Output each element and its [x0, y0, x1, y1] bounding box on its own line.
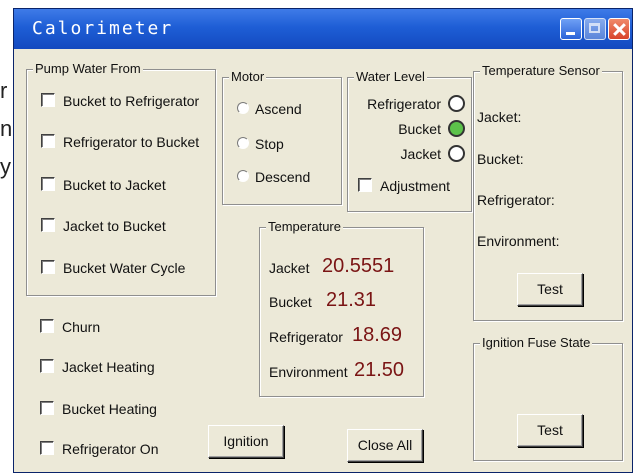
ignition-button[interactable]: Ignition	[208, 425, 284, 458]
checkbox-label: Adjustment	[380, 178, 451, 194]
water-level-label-jacket: Jacket	[400, 146, 441, 162]
ignition-fuse-legend: Ignition Fuse State	[480, 335, 593, 351]
radio-stop[interactable]: Stop	[237, 136, 284, 152]
checkbox-box[interactable]	[41, 93, 55, 107]
sensor-label-bucket: Bucket:	[477, 151, 524, 167]
checkbox-box[interactable]	[358, 178, 372, 192]
checkbox-label: Bucket to Refrigerator	[63, 93, 200, 109]
checkbox-label: Bucket to Jacket	[63, 177, 166, 193]
checkbox-bucket-water-cycle[interactable]: Bucket Water Cycle	[41, 260, 185, 276]
jacket-level-indicator-icon	[448, 145, 465, 162]
temp-value-bucket: 21.31	[326, 289, 377, 311]
checkbox-label: Bucket Heating	[62, 401, 157, 417]
checkbox-label: Jacket Heating	[62, 359, 155, 375]
checkbox-box[interactable]	[40, 319, 54, 333]
temp-value-environment: 21.50	[354, 359, 405, 381]
radio-label: Stop	[255, 136, 284, 152]
checkbox-label: Bucket Water Cycle	[63, 260, 186, 276]
checkbox-refrigerator-on[interactable]: Refrigerator On	[40, 441, 158, 457]
checkbox-bucket-heating[interactable]: Bucket Heating	[40, 401, 157, 417]
calorimeter-window: Calorimeter Pump Water From Bucket to Re…	[13, 8, 633, 473]
checkbox-bucket-to-jacket[interactable]: Bucket to Jacket	[41, 177, 166, 193]
fuse-test-button[interactable]: Test	[517, 414, 583, 447]
checkbox-box[interactable]	[40, 401, 54, 415]
water-level-group: Water Level Refrigerator Bucket Jacket A…	[347, 69, 472, 212]
background-text-1: r	[0, 78, 8, 103]
temperature-legend: Temperature	[266, 219, 343, 235]
pump-water-group: Pump Water From Bucket to Refrigerator R…	[26, 61, 216, 296]
radio-descend[interactable]: Descend	[237, 169, 310, 185]
temp-label-bucket: Bucket	[269, 294, 312, 310]
temp-label-jacket: Jacket	[269, 260, 310, 276]
checkbox-adjustment[interactable]: Adjustment	[358, 178, 450, 194]
maximize-button[interactable]	[584, 18, 606, 40]
sensor-label-jacket: Jacket:	[477, 109, 522, 125]
sensor-test-button[interactable]: Test	[517, 273, 583, 306]
radio-circle[interactable]	[237, 137, 249, 149]
radio-ascend[interactable]: Ascend	[237, 101, 302, 117]
radio-circle[interactable]	[237, 102, 249, 114]
temperature-group: Temperature Jacket 20.5551 Bucket 21.31 …	[259, 219, 424, 397]
checkbox-jacket-heating[interactable]: Jacket Heating	[40, 359, 155, 375]
checkbox-box[interactable]	[41, 218, 55, 232]
checkbox-box[interactable]	[40, 441, 54, 455]
radio-label: Descend	[255, 169, 311, 185]
checkbox-bucket-to-refrigerator[interactable]: Bucket to Refrigerator	[41, 93, 199, 109]
water-level-legend: Water Level	[354, 69, 427, 85]
checkbox-box[interactable]	[41, 134, 55, 148]
minimize-button[interactable]	[560, 18, 582, 40]
pump-water-legend: Pump Water From	[33, 61, 143, 77]
motor-legend: Motor	[229, 69, 267, 85]
checkbox-box[interactable]	[40, 359, 54, 373]
temp-value-refrigerator: 18.69	[352, 324, 403, 346]
close-all-button[interactable]: Close All	[347, 429, 423, 462]
radio-label: Ascend	[255, 101, 302, 117]
checkbox-label: Refrigerator to Bucket	[63, 134, 200, 150]
motor-group: Motor Ascend Stop Descend	[222, 69, 342, 205]
window-title: Calorimeter	[32, 18, 174, 39]
close-button[interactable]	[608, 18, 630, 40]
ignition-fuse-group: Ignition Fuse State Test	[473, 335, 623, 461]
checkbox-refrigerator-to-bucket[interactable]: Refrigerator to Bucket	[41, 134, 199, 150]
checkbox-label: Refrigerator On	[62, 441, 159, 457]
sensor-label-refrigerator: Refrigerator:	[477, 192, 555, 208]
temp-label-environment: Environment	[269, 364, 348, 380]
temperature-sensor-group: Temperature Sensor Jacket: Bucket: Refri…	[473, 63, 623, 321]
title-bar[interactable]: Calorimeter	[14, 9, 632, 49]
checkbox-jacket-to-bucket[interactable]: Jacket to Bucket	[41, 218, 166, 234]
refrigerator-level-indicator-icon	[448, 95, 465, 112]
water-level-label-bucket: Bucket	[398, 121, 441, 137]
radio-circle[interactable]	[237, 170, 249, 182]
checkbox-churn[interactable]: Churn	[40, 319, 100, 335]
water-level-label-refrigerator: Refrigerator	[367, 96, 441, 112]
temp-value-jacket: 20.5551	[322, 255, 395, 277]
checkbox-label: Jacket to Bucket	[63, 218, 166, 234]
bucket-level-indicator-icon	[448, 120, 465, 137]
background-text-2: n	[0, 116, 13, 141]
background-text-3: y	[0, 154, 11, 179]
sensor-label-environment: Environment:	[477, 233, 560, 249]
checkbox-label: Churn	[62, 319, 101, 335]
checkbox-box[interactable]	[41, 177, 55, 191]
temperature-sensor-legend: Temperature Sensor	[480, 63, 602, 79]
temp-label-refrigerator: Refrigerator	[269, 329, 343, 345]
checkbox-box[interactable]	[41, 260, 55, 274]
